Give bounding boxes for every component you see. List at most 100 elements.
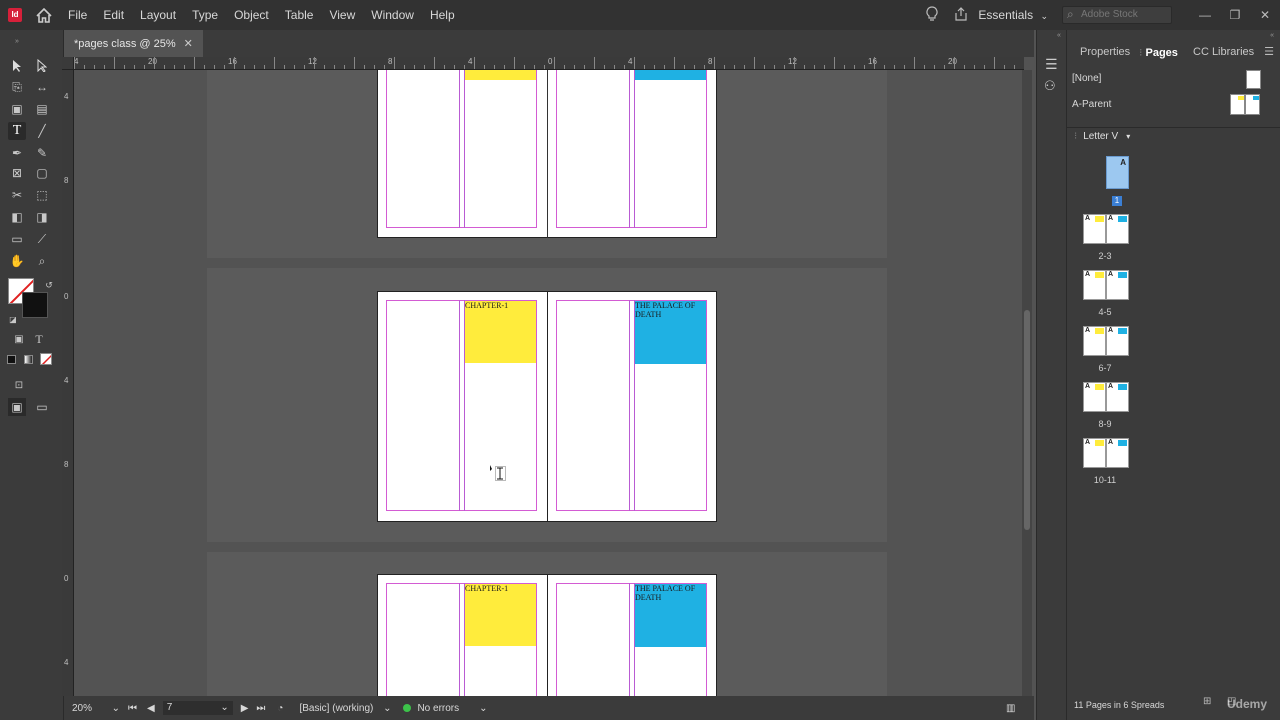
panel-options-icon[interactable]: ☰ <box>1264 45 1274 58</box>
scrollbar-thumb[interactable] <box>1024 310 1030 530</box>
content-collector-icon[interactable]: ▣ <box>8 100 26 118</box>
ruler-tick <box>164 65 165 69</box>
first-page-icon[interactable]: ⏮ <box>128 703 137 714</box>
parent-none-thumbnail[interactable] <box>1246 70 1261 89</box>
previous-page-icon[interactable]: ◀ <box>147 703 155 714</box>
document-canvas[interactable]: CHAPTER-1 THE PALACE OF DEATH CHAPTER-1 … <box>75 70 1020 696</box>
line-tool-icon[interactable]: ╱ <box>33 122 51 140</box>
lightbulb-icon[interactable] <box>920 5 944 25</box>
preflight-status[interactable]: No errors ⌄ <box>417 703 487 714</box>
menu-window[interactable]: Window <box>371 8 414 22</box>
default-fill-stroke-icon[interactable]: ◪ <box>4 310 22 328</box>
apply-color-icon[interactable] <box>7 355 16 364</box>
parent-none-item[interactable]: [None] <box>1072 72 1101 84</box>
ruler-tick <box>494 65 495 69</box>
collapse-panel-icon[interactable]: « <box>1270 32 1274 39</box>
ruler-origin[interactable] <box>62 57 74 70</box>
spread-thumbnail-4-5[interactable]: AA <box>1083 270 1129 300</box>
page-tool-icon[interactable]: ⎘ <box>8 78 26 96</box>
minimize-icon[interactable]: — <box>1190 8 1220 22</box>
chapter-text-frame[interactable]: CHAPTER-1 <box>465 301 536 363</box>
apply-none-icon[interactable] <box>40 353 52 365</box>
adobe-stock-search-input[interactable]: Adobe Stock <box>1062 6 1172 24</box>
next-page-icon[interactable]: ▶ <box>241 703 249 714</box>
page-size-selector[interactable]: ⁝ Letter V ▾ <box>1074 131 1130 142</box>
app-icon[interactable]: Id <box>8 8 22 22</box>
zoom-field[interactable]: 20% ⌄ <box>72 703 120 714</box>
menu-view[interactable]: View <box>329 8 355 22</box>
rectangle-frame-tool-icon[interactable]: ⊠ <box>8 164 26 182</box>
restore-icon[interactable]: ❐ <box>1220 8 1250 22</box>
a-parent-thumbnail[interactable] <box>1230 94 1261 115</box>
share-icon[interactable] <box>944 6 978 24</box>
horizontal-ruler[interactable]: 4 20 16 12 8 4 0 4 8 12 16 20 <box>64 57 1024 70</box>
normal-view-icon[interactable]: ▣ <box>8 398 26 416</box>
page-size-label: Letter V <box>1083 131 1119 142</box>
content-placer-icon[interactable]: ▤ <box>33 100 51 118</box>
note-tool-icon[interactable]: ▭ <box>8 230 26 248</box>
menu-file[interactable]: File <box>68 8 87 22</box>
close-tab-icon[interactable]: ✕ <box>184 37 193 50</box>
selection-tool-icon[interactable] <box>8 56 26 74</box>
collapse-panel-icon[interactable]: « <box>1057 32 1061 39</box>
vertical-ruler[interactable]: 4 8 0 4 8 0 4 <box>62 70 74 696</box>
gradient-swatch-tool-icon[interactable]: ◧ <box>8 208 26 226</box>
formatting-container-icon[interactable]: ▣ <box>10 330 28 348</box>
chapter-text-frame[interactable] <box>465 70 536 80</box>
spread-thumbnail-8-9[interactable]: AA <box>1083 382 1129 412</box>
gap-tool-icon[interactable]: ↔ <box>33 78 51 96</box>
menu-layout[interactable]: Layout <box>140 8 176 22</box>
parent-prefix: A <box>1108 271 1114 278</box>
screen-mode-icon[interactable]: ⊡ <box>10 376 28 394</box>
title-text-frame[interactable]: THE PALACE OF DEATH <box>635 584 706 647</box>
title-text-frame[interactable]: THE PALACE OF DEATH <box>635 301 706 364</box>
cc-libraries-panel-icon[interactable]: ⚇ <box>1044 78 1056 94</box>
page-thumbnail-1[interactable]: A <box>1106 156 1129 189</box>
chapter-text-frame[interactable]: CHAPTER-1 <box>465 584 536 646</box>
tab-properties[interactable]: Properties <box>1080 46 1130 58</box>
workspace-switcher[interactable]: Essentials ⌄ <box>978 8 1048 22</box>
menu-object[interactable]: Object <box>234 8 269 22</box>
page-number-field[interactable]: 7 ⌄ <box>162 701 233 715</box>
menu-type[interactable]: Type <box>192 8 218 22</box>
free-transform-tool-icon[interactable]: ⬚ <box>33 186 51 204</box>
swap-fill-stroke-icon[interactable]: ↺ <box>40 276 58 294</box>
tab-cc-libraries[interactable]: CC Libraries <box>1193 46 1254 58</box>
pen-tool-icon[interactable]: ✒ <box>8 144 26 162</box>
panel-toggle-icon[interactable]: ▥ <box>1006 703 1015 714</box>
panel-menu-icon[interactable]: ☰ <box>1045 56 1058 73</box>
open-page-icon[interactable]: ◔ <box>277 703 283 714</box>
home-icon[interactable] <box>34 5 54 25</box>
formatting-text-icon[interactable]: T <box>30 330 48 348</box>
last-page-icon[interactable]: ⏭ <box>256 703 265 714</box>
hand-tool-icon[interactable]: ✋ <box>8 252 26 270</box>
spread-thumbnail-2-3[interactable]: AA <box>1083 214 1129 244</box>
canvas-vertical-scrollbar[interactable] <box>1022 70 1032 696</box>
title-text: THE PALACE OF DEATH <box>635 584 696 602</box>
a-parent-item[interactable]: A-Parent <box>1072 98 1111 110</box>
menu-help[interactable]: Help <box>430 8 455 22</box>
stroke-swatch[interactable] <box>22 292 48 318</box>
direct-selection-tool-icon[interactable] <box>33 56 51 74</box>
panel-divider[interactable] <box>1067 127 1280 128</box>
zoom-tool-icon[interactable]: ⌕ <box>33 252 51 270</box>
pencil-tool-icon[interactable]: ✎ <box>33 144 51 162</box>
rectangle-tool-icon[interactable]: ▢ <box>33 164 51 182</box>
title-text-frame[interactable] <box>635 70 706 80</box>
spread-thumbnail-6-7[interactable]: AA <box>1083 326 1129 356</box>
menu-edit[interactable]: Edit <box>103 8 124 22</box>
eyedropper-tool-icon[interactable]: ⟋ <box>33 230 51 248</box>
tab-pages[interactable]: ⁝ Pages <box>1139 46 1178 59</box>
menu-table[interactable]: Table <box>285 8 314 22</box>
new-page-icon[interactable]: ⊞ <box>1203 696 1211 707</box>
preview-view-icon[interactable]: ▭ <box>33 398 51 416</box>
close-window-icon[interactable]: ✕ <box>1250 8 1280 22</box>
spread-thumbnail-10-11[interactable]: AA <box>1083 438 1129 468</box>
apply-gradient-icon[interactable] <box>24 355 33 364</box>
preflight-profile-field[interactable]: [Basic] (working) ⌄ <box>299 703 391 714</box>
type-tool-icon[interactable]: T <box>8 122 26 140</box>
document-tab[interactable]: *pages class @ 25% ✕ <box>64 30 203 57</box>
collapse-arrows-icon[interactable]: » <box>8 32 26 50</box>
scissors-tool-icon[interactable]: ✂ <box>8 186 26 204</box>
gradient-feather-tool-icon[interactable]: ◨ <box>33 208 51 226</box>
